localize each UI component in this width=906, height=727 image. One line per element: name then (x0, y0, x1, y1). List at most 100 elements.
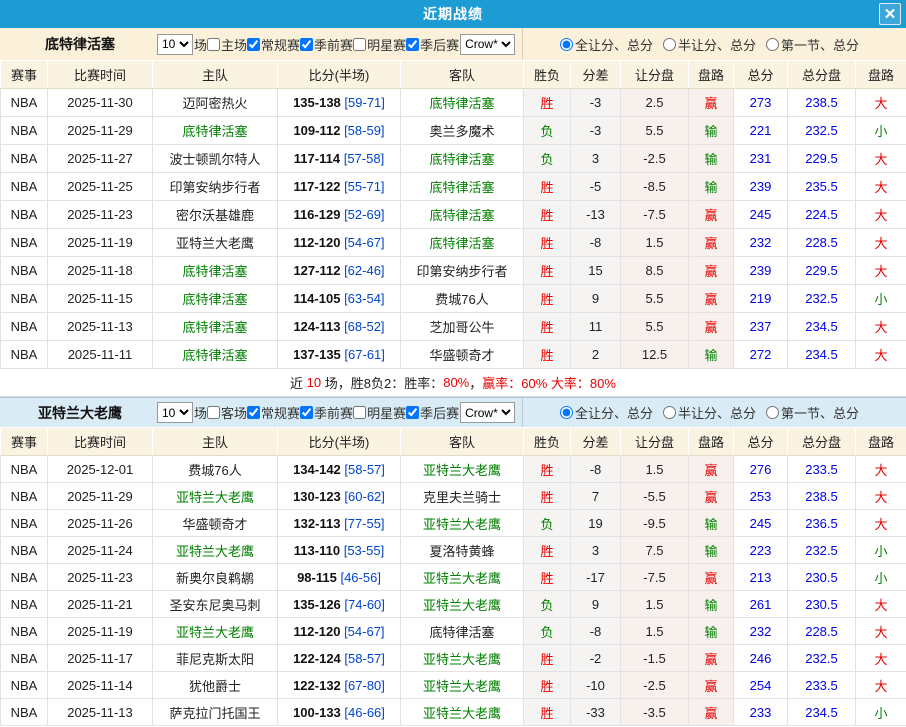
total-points-cell: 232 (734, 618, 788, 645)
score-mode-radio[interactable] (663, 406, 676, 419)
filter-checkbox[interactable] (300, 38, 313, 51)
league-cell: NBA (1, 672, 48, 699)
score-cell: 130-123 [60-62] (278, 483, 401, 510)
handicap-cell: -2.5 (621, 145, 689, 173)
handicap-cell: 1.5 (621, 456, 689, 483)
home-team-cell: 底特律活塞 (153, 341, 278, 369)
filter-checkbox[interactable] (300, 406, 313, 419)
over-under-cell: 大 (856, 645, 906, 672)
team-name: 亚特兰大老鹰 (28, 403, 132, 423)
bookmaker-select[interactable]: Crow* (460, 402, 515, 423)
handicap-result-cell: 赢 (689, 201, 734, 229)
home-team-cell: 亚特兰大老鹰 (153, 537, 278, 564)
filter-option[interactable]: 明星赛 (353, 403, 406, 422)
total-line-cell: 230.5 (788, 564, 856, 591)
away-team-cell: 亚特兰大老鹰 (401, 672, 524, 699)
over-under-cell: 小 (856, 537, 906, 564)
filter-checkbox[interactable] (406, 38, 419, 51)
over-under-cell: 大 (856, 313, 906, 341)
filter-checkbox[interactable] (247, 406, 260, 419)
result-cell: 胜 (524, 173, 571, 201)
filter-option[interactable]: 季前赛 (300, 35, 353, 54)
filter-option[interactable]: 季后赛 (406, 403, 459, 422)
bookmaker-select[interactable]: Crow* (460, 34, 515, 55)
column-header: 分差 (571, 428, 621, 456)
handicap-result-cell: 输 (689, 173, 734, 201)
filter-label: 常规赛 (261, 403, 300, 422)
total-line-cell: 224.5 (788, 201, 856, 229)
filter-option[interactable]: 季后赛 (406, 35, 459, 54)
column-header: 盘路 (856, 61, 906, 89)
filter-option[interactable]: 常规赛 (247, 403, 300, 422)
date-cell: 2025-11-19 (48, 618, 153, 645)
handicap-cell: -7.5 (621, 564, 689, 591)
point-diff-cell: -2 (571, 645, 621, 672)
away-team-cell: 底特律活塞 (401, 618, 524, 645)
over-under-cell: 大 (856, 145, 906, 173)
score-mode-radio[interactable] (560, 406, 573, 419)
filter-option[interactable]: 明星赛 (353, 35, 406, 54)
score-mode-option[interactable]: 全让分、总分 (560, 403, 653, 422)
table-row: NBA2025-11-21圣安东尼奥马刺135-126 [74-60]亚特兰大老… (1, 591, 906, 618)
league-cell: NBA (1, 564, 48, 591)
filter-checkbox[interactable] (406, 406, 419, 419)
result-cell: 负 (524, 117, 571, 145)
score-mode-radio[interactable] (766, 406, 779, 419)
away-team-cell: 亚特兰大老鹰 (401, 510, 524, 537)
total-points-cell: 239 (734, 173, 788, 201)
score-mode-option[interactable]: 半让分、总分 (663, 403, 756, 422)
over-under-cell: 小 (856, 285, 906, 313)
score-mode-option[interactable]: 半让分、总分 (663, 35, 756, 54)
filter-option[interactable]: 季前赛 (300, 403, 353, 422)
point-diff-cell: 2 (571, 341, 621, 369)
filter-option[interactable]: 主场 (207, 35, 247, 54)
column-header: 盘路 (689, 61, 734, 89)
filter-checkbox[interactable] (353, 406, 366, 419)
total-line-cell: 233.5 (788, 672, 856, 699)
handicap-result-cell: 赢 (689, 564, 734, 591)
filter-option[interactable]: 常规赛 (247, 35, 300, 54)
filter-checkbox[interactable] (247, 38, 260, 51)
over-under-cell: 大 (856, 510, 906, 537)
column-header: 比赛时间 (48, 428, 153, 456)
score-mode-option[interactable]: 全让分、总分 (560, 35, 653, 54)
over-under-cell: 大 (856, 618, 906, 645)
date-cell: 2025-11-29 (48, 483, 153, 510)
score-mode-radio[interactable] (560, 38, 573, 51)
games-count-select[interactable]: 10 (157, 402, 193, 423)
date-cell: 2025-11-29 (48, 117, 153, 145)
filter-label: 明星赛 (367, 403, 406, 422)
point-diff-cell: 11 (571, 313, 621, 341)
total-line-cell: 228.5 (788, 229, 856, 257)
away-team-cell: 芝加哥公牛 (401, 313, 524, 341)
league-cell: NBA (1, 618, 48, 645)
result-cell: 负 (524, 591, 571, 618)
handicap-cell: 8.5 (621, 257, 689, 285)
point-diff-cell: 7 (571, 483, 621, 510)
table-row: NBA2025-11-29底特律活塞109-112 [58-59]奥兰多魔术负-… (1, 117, 906, 145)
filter-checkbox[interactable] (207, 38, 220, 51)
filter-label: 主场 (221, 35, 247, 54)
games-count-select[interactable]: 10 (157, 34, 193, 55)
filter-checkbox[interactable] (353, 38, 366, 51)
handicap-cell: 1.5 (621, 591, 689, 618)
away-team-cell: 亚特兰大老鹰 (401, 591, 524, 618)
score-mode-option[interactable]: 第一节、总分 (766, 35, 859, 54)
score-mode-option[interactable]: 第一节、总分 (766, 403, 859, 422)
table-row: NBA2025-11-23新奥尔良鹈鹕98-115 [46-56]亚特兰大老鹰胜… (1, 564, 906, 591)
result-cell: 胜 (524, 564, 571, 591)
column-header: 总分 (734, 61, 788, 89)
league-cell: NBA (1, 483, 48, 510)
score-cell: 117-114 [57-58] (278, 145, 401, 173)
score-mode-radio[interactable] (663, 38, 676, 51)
handicap-cell: 5.5 (621, 313, 689, 341)
total-points-cell: 245 (734, 510, 788, 537)
close-button[interactable]: ✕ (879, 3, 901, 25)
total-points-cell: 223 (734, 537, 788, 564)
score-mode-label: 第一节、总分 (781, 403, 859, 422)
point-diff-cell: -3 (571, 117, 621, 145)
table-row: NBA2025-11-25印第安纳步行者117-122 [55-71]底特律活塞… (1, 173, 906, 201)
score-mode-radio[interactable] (766, 38, 779, 51)
filter-option[interactable]: 客场 (207, 403, 247, 422)
filter-checkbox[interactable] (207, 406, 220, 419)
